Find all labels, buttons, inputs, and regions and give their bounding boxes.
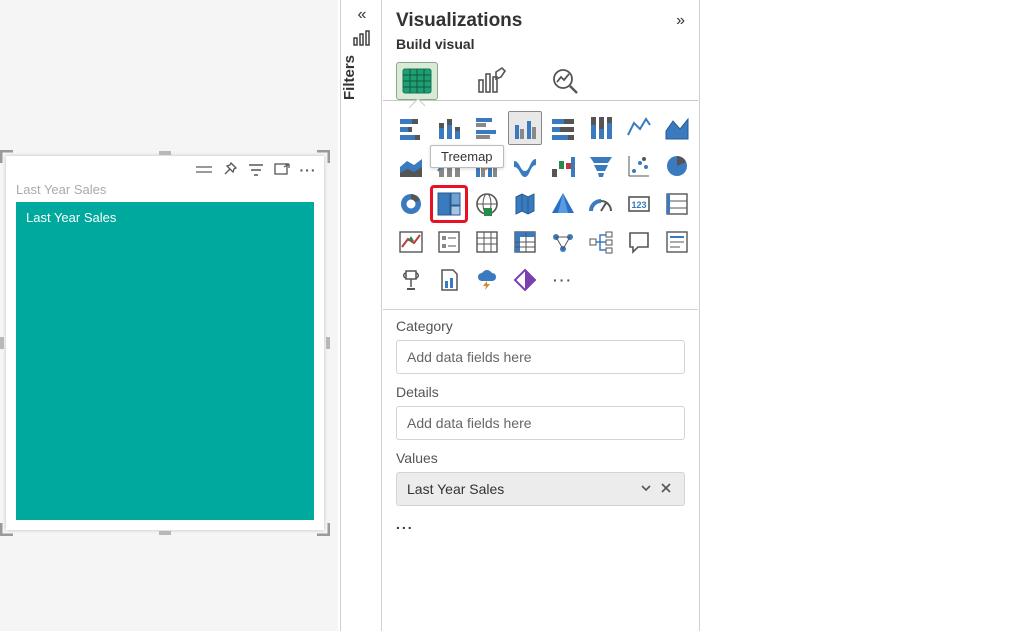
field-label-values: Values [396, 450, 685, 466]
build-tabs [382, 58, 699, 100]
drag-handle-icon[interactable] [196, 162, 212, 178]
viz-goals[interactable] [394, 263, 428, 297]
pane-title: Visualizations [396, 10, 522, 32]
viz-donut[interactable] [394, 187, 428, 221]
viz-kpi[interactable] [394, 225, 428, 259]
tab-build-visual[interactable] [396, 62, 438, 100]
viz-matrix[interactable] [508, 225, 542, 259]
viz-stacked-column[interactable] [432, 111, 466, 145]
resize-handle-sw[interactable] [0, 522, 14, 536]
viz-gauge[interactable] [584, 187, 618, 221]
viz-waterfall[interactable] [546, 149, 580, 183]
viz-table[interactable] [470, 225, 504, 259]
viz-pie[interactable] [660, 149, 694, 183]
viz-ribbon[interactable] [508, 149, 542, 183]
tab-format-visual[interactable] [470, 62, 512, 100]
expand-right-icon[interactable]: » [676, 12, 685, 30]
treemap-tile-label: Last Year Sales [26, 210, 116, 225]
viz-area[interactable] [660, 111, 694, 145]
svg-text:123: 123 [631, 200, 646, 210]
viz-clustered-bar[interactable] [470, 111, 504, 145]
field-drop-details[interactable]: Add data fields here [396, 406, 685, 440]
filters-pane-label: Filters [341, 55, 383, 108]
viz-power-apps[interactable] [470, 263, 504, 297]
viz-decomposition-tree[interactable] [584, 225, 618, 259]
resize-handle-e[interactable] [326, 337, 330, 349]
viz-stacked-area[interactable] [394, 149, 428, 183]
viz-clustered-column[interactable] [508, 111, 542, 145]
viz-line[interactable] [622, 111, 656, 145]
resize-handle-se[interactable] [316, 522, 330, 536]
remove-field-icon[interactable] [660, 481, 674, 497]
treemap-tile[interactable]: Last Year Sales [16, 202, 314, 520]
viz-power-automate[interactable] [508, 263, 542, 297]
viz-multi-row-card[interactable] [660, 187, 694, 221]
resize-handle-n[interactable] [159, 151, 171, 155]
analytics-icon [341, 30, 383, 55]
resize-handle-s[interactable] [159, 531, 171, 535]
field-drop-category[interactable]: Add data fields here [396, 340, 685, 374]
field-well-values: Values Last Year Sales [382, 442, 699, 508]
collapse-left-icon[interactable]: « [341, 0, 383, 30]
field-item-values[interactable]: Last Year Sales [396, 472, 685, 506]
visualizations-pane: Visualizations » Build visual Treemap [382, 0, 700, 631]
resize-handle-ne[interactable] [316, 150, 330, 164]
visual-card[interactable]: ··· Last Year Sales Last Year Sales [6, 156, 324, 530]
pin-icon[interactable] [222, 162, 238, 178]
report-canvas[interactable]: ··· Last Year Sales Last Year Sales [0, 0, 338, 631]
more-options-icon[interactable]: ··· [300, 162, 316, 178]
filters-pane-collapsed[interactable]: « Filters [340, 0, 382, 631]
viz-map[interactable] [470, 187, 504, 221]
viz-100-stacked-bar[interactable] [546, 111, 580, 145]
viz-100-stacked-column[interactable] [584, 111, 618, 145]
chevron-down-icon[interactable] [640, 481, 654, 497]
pane-subtitle: Build visual [382, 36, 699, 58]
tab-analytics[interactable] [544, 62, 586, 100]
viz-stacked-bar[interactable] [394, 111, 428, 145]
field-well-category: Category Add data fields here [382, 310, 699, 376]
viz-filled-map[interactable] [508, 187, 542, 221]
visual-title: Last Year Sales [16, 182, 106, 197]
tooltip: Treemap [430, 145, 504, 168]
viz-azure-map[interactable] [546, 187, 580, 221]
viz-smart-narrative[interactable] [660, 225, 694, 259]
viz-card[interactable]: 123 [622, 187, 656, 221]
field-label-category: Category [396, 318, 685, 334]
field-well-details: Details Add data fields here [382, 376, 699, 442]
viz-funnel[interactable] [584, 149, 618, 183]
field-label-details: Details [396, 384, 685, 400]
resize-handle-nw[interactable] [0, 150, 14, 164]
filter-icon[interactable] [248, 162, 264, 178]
viz-paginated-report[interactable] [432, 263, 466, 297]
visualization-gallery: Treemap 123 [382, 101, 699, 303]
visual-toolbar: ··· [196, 162, 316, 178]
focus-mode-icon[interactable] [274, 162, 290, 178]
viz-treemap[interactable] [432, 187, 466, 221]
field-item-text: Last Year Sales [407, 481, 504, 497]
more-fields[interactable]: ... [382, 508, 699, 540]
viz-get-more[interactable]: ··· [546, 263, 580, 297]
viz-qa[interactable] [622, 225, 656, 259]
viz-r-visual[interactable] [546, 225, 580, 259]
resize-handle-w[interactable] [0, 337, 4, 349]
viz-scatter[interactable] [622, 149, 656, 183]
viz-slicer[interactable] [432, 225, 466, 259]
